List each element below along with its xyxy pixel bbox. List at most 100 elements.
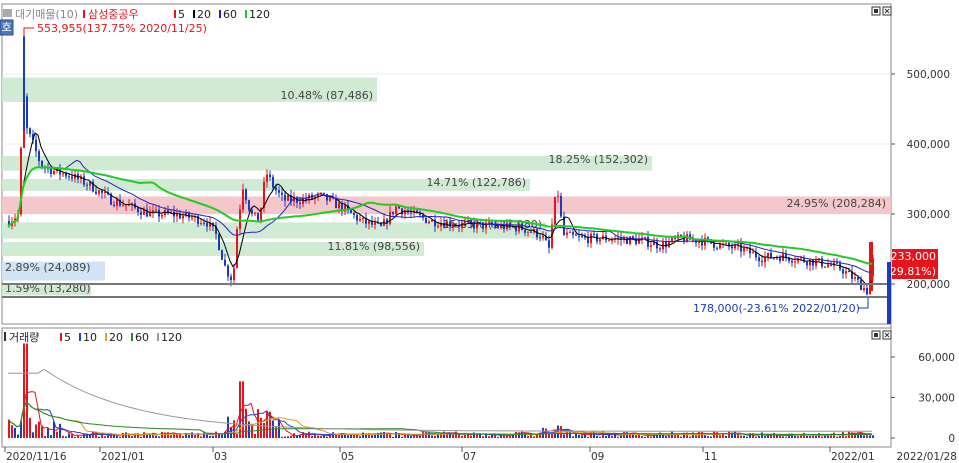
candle-body <box>425 217 427 223</box>
date-tick-label: 03 <box>214 451 227 463</box>
candle-body <box>125 205 127 207</box>
volume-bar <box>536 434 538 438</box>
volume-bar <box>170 435 172 438</box>
candle-body <box>29 128 31 134</box>
candle-body <box>557 196 559 198</box>
volume-bar <box>227 416 229 438</box>
volume-bar <box>209 435 211 438</box>
candle-body <box>842 269 844 274</box>
candle-body <box>578 235 580 237</box>
candle-body <box>542 236 544 238</box>
last-price-value: 233,000 <box>891 250 937 263</box>
candle-body <box>284 194 286 201</box>
volume-bar <box>668 435 670 438</box>
volume-bar <box>524 432 526 438</box>
volume-bar <box>347 435 349 438</box>
volume-bar <box>836 436 838 438</box>
candle-body <box>272 177 274 188</box>
legend-volume-ma-mark <box>105 333 107 341</box>
volume-bar <box>296 435 298 438</box>
candle-body <box>230 276 232 281</box>
candle-body <box>35 139 37 152</box>
candle-body <box>836 262 838 264</box>
volume-bar <box>587 436 589 438</box>
volume-bar <box>782 436 784 438</box>
volume-profile-label: 10.48% (87,486) <box>280 89 373 102</box>
volume-bar <box>50 435 52 438</box>
volume-bar <box>215 431 217 438</box>
current-bar-marker <box>887 262 891 324</box>
volume-bar <box>35 424 37 438</box>
candle-body <box>572 231 574 235</box>
volume-bar <box>392 436 394 438</box>
price-tick-label: 200,000 <box>907 279 950 291</box>
volume-bar <box>599 436 601 438</box>
volume-bar <box>425 431 427 438</box>
candle-body <box>650 245 652 247</box>
candle-body <box>530 231 532 233</box>
volume-bar <box>869 435 871 438</box>
legend-volume-ma-label: 5 <box>64 331 71 344</box>
candle-body <box>863 287 865 291</box>
date-tick-label: 07 <box>463 451 476 463</box>
candle-body <box>140 212 142 215</box>
volume-bar <box>509 435 511 438</box>
volume-bar <box>482 436 484 438</box>
volume-bar <box>593 431 595 438</box>
volume-bar <box>200 436 202 438</box>
candle-body <box>53 170 55 174</box>
candle-body <box>761 261 763 263</box>
candle-body <box>644 237 646 239</box>
candle-body <box>137 207 139 213</box>
volume-panel-maximize-button[interactable] <box>871 330 881 340</box>
volume-bar <box>56 431 58 438</box>
volume-bar <box>410 435 412 438</box>
candle-body <box>404 211 406 215</box>
volume-bar <box>638 434 640 438</box>
legend-volume-ma-label: 20 <box>109 331 123 344</box>
candle-body <box>845 271 847 274</box>
volume-bar <box>116 435 118 438</box>
candle-body <box>95 191 97 194</box>
candle-body <box>575 234 577 236</box>
candle-body <box>239 209 241 230</box>
candle-body <box>725 242 727 244</box>
candle-body <box>410 212 412 214</box>
candle-body <box>269 174 271 178</box>
candle-body <box>497 225 499 228</box>
volume-bar <box>773 433 775 438</box>
candle-body <box>392 211 394 215</box>
candle-body <box>191 217 193 219</box>
price-panel-maximize-button[interactable] <box>871 6 881 16</box>
candle-body <box>206 223 208 227</box>
volume-bar <box>242 381 244 438</box>
price-tick-label: 300,000 <box>907 209 950 221</box>
candle-body <box>716 247 718 249</box>
candle-body <box>503 224 505 230</box>
legend-ma-mark <box>245 10 247 18</box>
legend-ma-mark <box>193 10 195 18</box>
candle-body <box>527 231 529 233</box>
candle-body <box>815 260 817 266</box>
volume-bar <box>644 436 646 438</box>
candle-body <box>242 189 244 210</box>
side-toggle-button[interactable]: 호 <box>0 19 14 36</box>
price-panel-close-button[interactable] <box>882 6 892 16</box>
candle-body <box>275 187 277 191</box>
candle-body <box>548 240 550 248</box>
volume-bar <box>59 423 61 438</box>
volume-bar <box>662 435 664 438</box>
volume-bar <box>353 434 355 438</box>
candle-body <box>161 214 163 217</box>
volume-bar <box>395 432 397 438</box>
volume-panel-close-button[interactable] <box>882 330 892 340</box>
candle-body <box>218 234 220 251</box>
price-tick-label: 400,000 <box>907 139 950 151</box>
volume-tick-label: 30,000 <box>918 393 955 405</box>
volume-axis: 60,000 30,000 0 <box>891 352 955 445</box>
volume-bar <box>617 436 619 438</box>
volume-bar <box>866 435 868 438</box>
volume-bar <box>359 436 361 438</box>
volume-bar <box>845 436 847 438</box>
volume-bar <box>605 435 607 438</box>
